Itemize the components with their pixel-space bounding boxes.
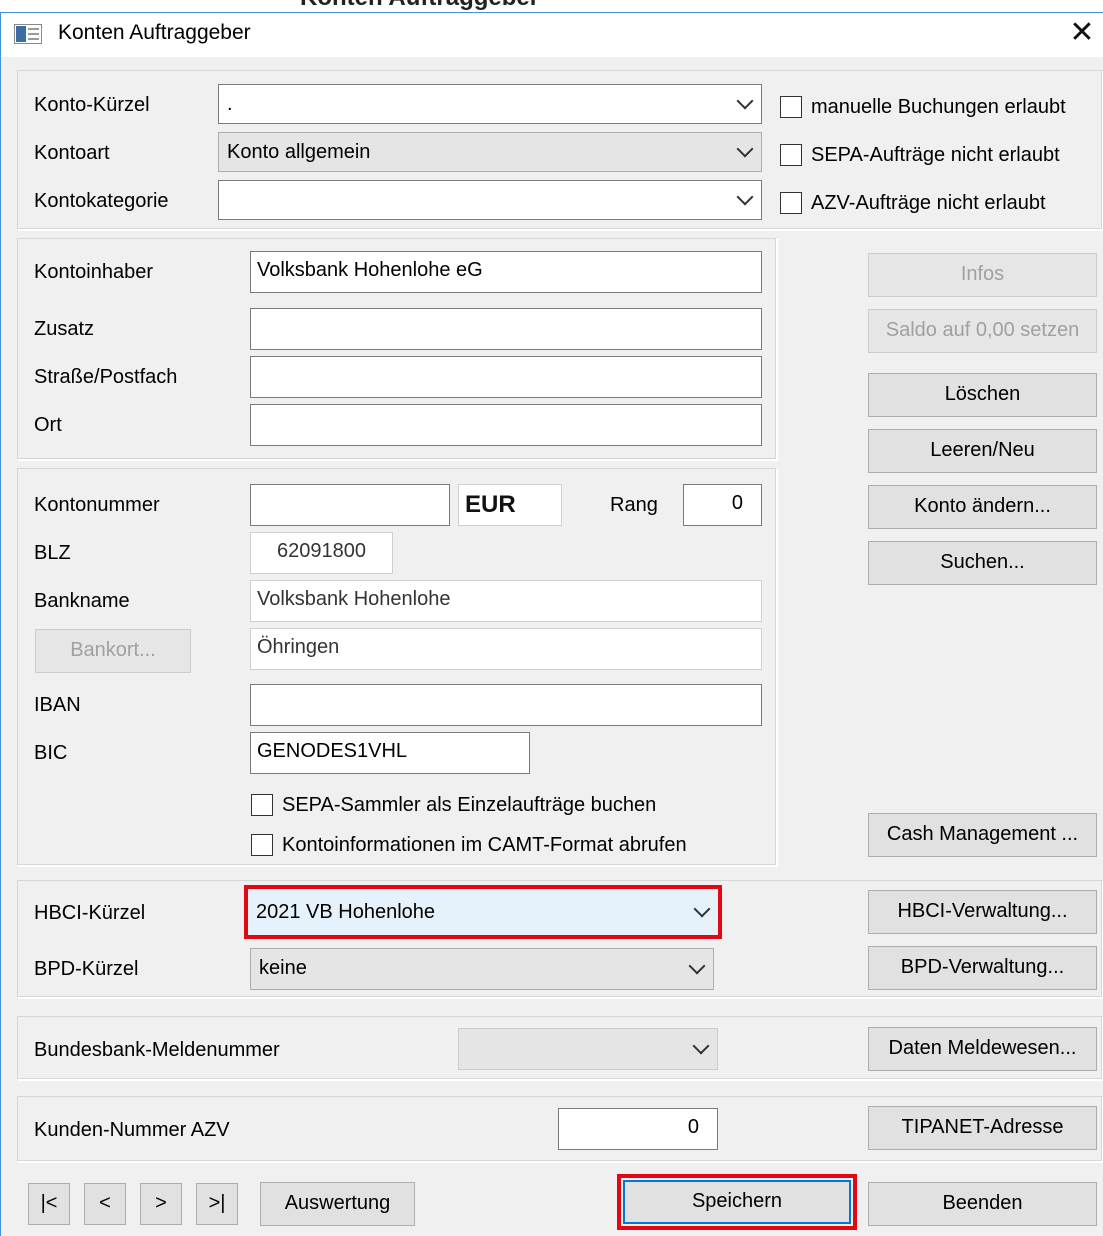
blz-label: BLZ [34, 542, 71, 564]
save-button[interactable]: Speichern [623, 1180, 851, 1224]
bankort-button[interactable]: Bankort... [35, 629, 191, 673]
report-button[interactable]: Auswertung [260, 1182, 415, 1226]
hbci-kuerzel-label: HBCI-Kürzel [34, 902, 146, 924]
konto-kuerzel-value: . [227, 93, 233, 115]
delete-button[interactable]: Löschen [868, 373, 1097, 417]
kontokategorie-select[interactable] [218, 180, 762, 220]
bpd-kuerzel-label: BPD-Kürzel [34, 958, 139, 980]
bic-label: BIC [34, 742, 68, 764]
kontoart-select[interactable]: Konto allgemein [218, 132, 762, 172]
bankort-field: Öhringen [250, 628, 762, 670]
cash-management-button[interactable]: Cash Management ... [868, 813, 1097, 857]
meldewesen-button[interactable]: Daten Meldewesen... [868, 1027, 1097, 1071]
kontoinhaber-label: Kontoinhaber [34, 261, 153, 283]
manual-bookings-checkbox[interactable] [780, 96, 802, 118]
blz-field: 62091800 [250, 532, 393, 574]
azv-not-allowed-label: AZV-Aufträge nicht erlaubt [811, 192, 1046, 214]
nav-first-button[interactable]: |< [28, 1183, 70, 1225]
chevron-down-icon [736, 140, 754, 158]
rang-input[interactable]: 0 [683, 484, 762, 526]
camt-label: Kontoinformationen im CAMT-Format abrufe… [282, 834, 687, 856]
konto-kuerzel-select[interactable]: . [218, 84, 762, 124]
bpd-admin-button[interactable]: BPD-Verwaltung... [868, 946, 1097, 990]
chevron-down-icon [693, 900, 711, 918]
hbci-kuerzel-select[interactable]: 2021 VB Hohenlohe [244, 885, 722, 939]
kontokategorie-label: Kontokategorie [34, 190, 169, 212]
sepa-collector-checkbox[interactable] [251, 794, 273, 816]
bundesbank-select[interactable] [458, 1028, 718, 1070]
nav-next-button[interactable]: > [140, 1183, 182, 1225]
search-button[interactable]: Suchen... [868, 541, 1097, 585]
tipanet-button[interactable]: TIPANET-Adresse [868, 1106, 1097, 1150]
saldo-reset-button[interactable]: Saldo auf 0,00 setzen [868, 309, 1097, 353]
change-account-button[interactable]: Konto ändern... [868, 485, 1097, 529]
zusatz-input[interactable] [250, 308, 762, 350]
kontonummer-label: Kontonummer [34, 494, 160, 516]
chevron-down-icon [692, 1037, 710, 1055]
window-title: Konten Auftraggeber [58, 21, 251, 44]
kontoinhaber-input[interactable]: Volksbank Hohenlohe eG [250, 251, 762, 293]
chevron-down-icon [736, 188, 754, 206]
konto-kuerzel-label: Konto-Kürzel [34, 94, 150, 116]
zusatz-label: Zusatz [34, 318, 95, 340]
window-app-icon [14, 24, 42, 44]
chevron-down-icon [688, 957, 706, 975]
azv-not-allowed-checkbox[interactable] [780, 192, 802, 214]
strasse-input[interactable] [250, 356, 762, 398]
iban-input[interactable] [250, 684, 762, 726]
ort-input[interactable] [250, 404, 762, 446]
hbci-admin-button[interactable]: HBCI-Verwaltung... [868, 890, 1097, 934]
rang-label: Rang [610, 494, 658, 516]
ort-label: Ort [34, 414, 62, 436]
kontoart-value: Konto allgemein [227, 141, 371, 163]
infos-button[interactable]: Infos [868, 253, 1097, 297]
exit-button[interactable]: Beenden [868, 1182, 1097, 1226]
bpd-kuerzel-value: keine [259, 957, 307, 979]
sepa-not-allowed-label: SEPA-Aufträge nicht erlaubt [811, 144, 1060, 166]
nav-last-button[interactable]: >| [196, 1183, 238, 1225]
bankname-label: Bankname [34, 590, 130, 612]
currency-field: EUR [458, 484, 562, 526]
camt-checkbox[interactable] [251, 834, 273, 856]
manual-bookings-label: manuelle Buchungen erlaubt [811, 96, 1066, 118]
sepa-not-allowed-checkbox[interactable] [780, 144, 802, 166]
hbci-kuerzel-value: 2021 VB Hohenlohe [256, 901, 436, 923]
iban-label: IBAN [34, 694, 81, 716]
clear-new-button[interactable]: Leeren/Neu [868, 429, 1097, 473]
bic-input[interactable]: GENODES1VHL [250, 732, 530, 774]
bundesbank-label: Bundesbank-Meldenummer [34, 1039, 280, 1061]
bpd-kuerzel-select[interactable]: keine [250, 948, 714, 990]
strasse-label: Straße/Postfach [34, 366, 178, 388]
kunden-nummer-azv-label: Kunden-Nummer AZV [34, 1119, 230, 1141]
kontoart-label: Kontoart [34, 142, 110, 164]
close-icon[interactable]: ✕ [1064, 16, 1100, 50]
background-caption-strip: Konten Auftraggeber [0, 0, 1103, 12]
bankname-field: Volksbank Hohenlohe [250, 580, 762, 622]
kontonummer-input[interactable] [250, 484, 450, 526]
kunden-nummer-azv-input[interactable]: 0 [558, 1108, 718, 1150]
chevron-down-icon [736, 92, 754, 110]
sepa-collector-label: SEPA-Sammler als Einzelaufträge buchen [282, 794, 657, 816]
nav-prev-button[interactable]: < [84, 1183, 126, 1225]
